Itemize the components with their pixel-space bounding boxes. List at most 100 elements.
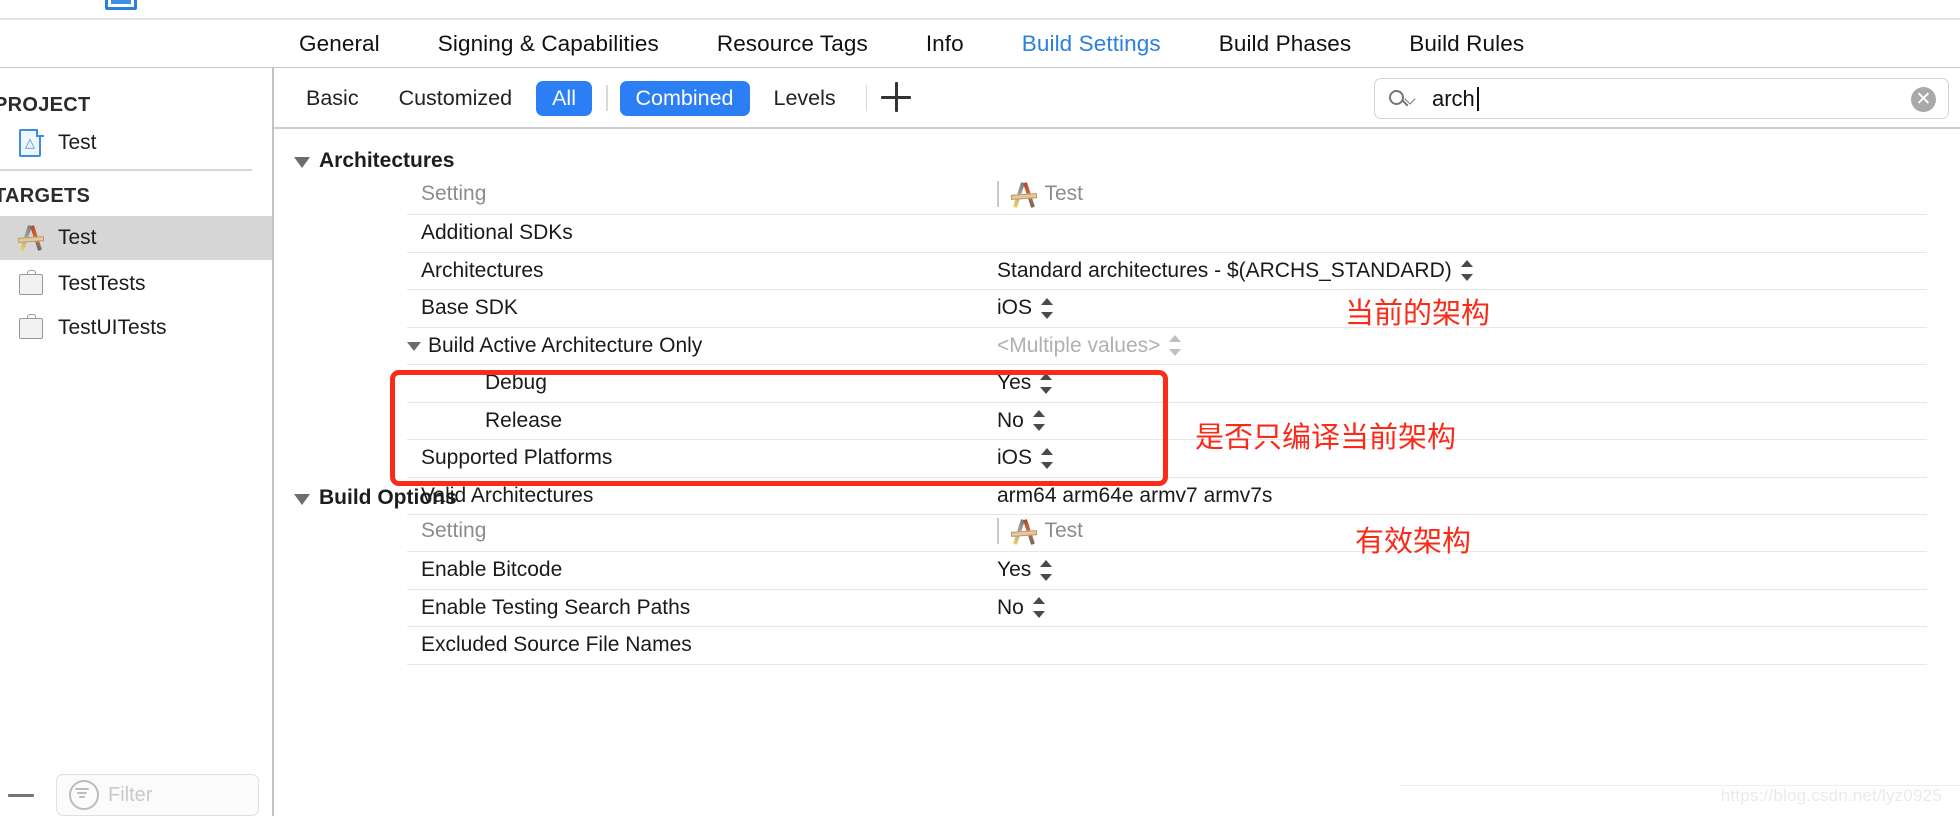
- sidebar-filter-placeholder: Filter: [108, 783, 153, 806]
- sidebar-item-target-test[interactable]: Test: [0, 216, 272, 260]
- editor-tab-bar: General Signing & Capabilities Resource …: [0, 20, 1960, 68]
- section-header-build-options[interactable]: Build Options: [294, 486, 457, 510]
- annotation-build-active-arch-only: 是否只编译当前架构: [1195, 420, 1457, 454]
- setting-value[interactable]: Yes: [997, 558, 1053, 582]
- setting-row-architectures[interactable]: Architectures Standard architectures - $…: [407, 251, 1927, 290]
- search-icon[interactable]: [1389, 88, 1416, 110]
- xcode-target-icon: [1009, 517, 1037, 545]
- xcode-target-icon-crossbar: [17, 236, 45, 243]
- disclosure-triangle-icon[interactable]: [407, 342, 421, 352]
- xcode-target-icon: [1009, 180, 1037, 208]
- setting-row-release[interactable]: Release No: [407, 401, 1927, 440]
- xcode-target-icon-crossbar: [1010, 530, 1037, 537]
- sidebar-item-project-test[interactable]: △ Test: [0, 121, 272, 165]
- tab-general[interactable]: General: [270, 31, 409, 57]
- setting-value[interactable]: No: [997, 596, 1046, 620]
- tab-info[interactable]: Info: [897, 31, 993, 57]
- setting-value-text: No: [997, 408, 1024, 432]
- setting-row-enable-bitcode[interactable]: Enable Bitcode Yes: [407, 551, 1927, 589]
- setting-value[interactable]: iOS: [997, 296, 1054, 320]
- setting-name: Architectures: [421, 258, 544, 282]
- section-title: Architectures: [319, 149, 455, 172]
- setting-name-text: Build Active Architecture Only: [428, 333, 703, 357]
- blue-document-icon-inner: [111, 0, 131, 4]
- sidebar-item-target-testuitests[interactable]: TestUITests: [0, 306, 272, 350]
- add-build-setting-button[interactable]: [879, 80, 913, 114]
- setting-value-text: iOS: [997, 446, 1033, 470]
- annotation-valid-architectures: 有效架构: [1355, 524, 1472, 558]
- table-header-row: Setting Test: [407, 174, 1927, 214]
- setting-value-text: No: [997, 595, 1024, 619]
- sidebar-item-label: TestUITests: [58, 316, 167, 339]
- segment-customized[interactable]: Customized: [383, 81, 529, 116]
- sidebar-filter-input[interactable]: Filter: [56, 774, 259, 816]
- column-separator: [997, 181, 999, 207]
- setting-row-build-active-architecture-only[interactable]: Build Active Architecture Only <Multiple…: [407, 326, 1927, 365]
- segment-combined[interactable]: Combined: [619, 80, 750, 116]
- segment-basic[interactable]: Basic: [290, 81, 375, 116]
- sidebar-divider-line: [0, 169, 252, 171]
- column-header-setting: Setting: [421, 182, 487, 205]
- tab-build-rules[interactable]: Build Rules: [1380, 31, 1553, 57]
- setting-row-excluded-source-file-names[interactable]: Excluded Source File Names: [407, 626, 1927, 665]
- test-bundle-icon-body: [19, 318, 43, 339]
- build-settings-filter-segments: Basic Customized All Combined Levels: [290, 68, 915, 128]
- stepper-icon[interactable]: [1032, 597, 1046, 619]
- stepper-icon[interactable]: [1169, 335, 1182, 357]
- setting-value[interactable]: Yes: [997, 371, 1053, 395]
- setting-value[interactable]: No: [997, 409, 1046, 433]
- setting-value[interactable]: <Multiple values>: [997, 334, 1182, 358]
- column-header-target: Test: [997, 517, 1083, 545]
- disclosure-triangle-icon[interactable]: [294, 493, 310, 505]
- setting-value-text: iOS: [997, 296, 1033, 320]
- setting-row-base-sdk[interactable]: Base SDK iOS: [407, 289, 1927, 327]
- setting-row-additional-sdks[interactable]: Additional SDKs: [407, 214, 1927, 252]
- annotation-current-architecture: 当前的架构: [1345, 296, 1491, 330]
- segment-divider: [865, 85, 868, 111]
- tab-resource-tags[interactable]: Resource Tags: [688, 31, 897, 57]
- setting-value[interactable]: arm64 arm64e armv7 armv7s: [997, 484, 1272, 508]
- setting-value-text: Yes: [997, 558, 1032, 582]
- section-title: Build Options: [319, 486, 457, 509]
- column-header-setting: Setting: [421, 519, 487, 542]
- setting-row-valid-architectures[interactable]: Valid Architectures arm64 arm64e armv7 a…: [407, 476, 1927, 515]
- disclosure-triangle-icon[interactable]: [294, 156, 310, 168]
- setting-row-debug[interactable]: Debug Yes: [407, 364, 1927, 402]
- text-cursor: [1476, 86, 1479, 111]
- sidebar-item-label: Test: [58, 131, 97, 154]
- sidebar-group-project: PROJECT: [0, 94, 91, 116]
- test-bundle-icon-body: [19, 274, 43, 295]
- sidebar-item-target-testtests[interactable]: TestTests: [0, 262, 272, 306]
- stepper-icon[interactable]: [1040, 372, 1053, 394]
- stepper-icon[interactable]: [1041, 297, 1054, 319]
- setting-name: Additional SDKs: [421, 221, 573, 245]
- app-document-icon-fold: [36, 129, 44, 137]
- column-separator: [997, 518, 999, 544]
- segment-levels[interactable]: Levels: [758, 81, 852, 116]
- tab-build-settings[interactable]: Build Settings: [993, 31, 1190, 57]
- stepper-icon[interactable]: [1040, 559, 1053, 581]
- build-settings-toolbar: Basic Customized All Combined Levels arc…: [274, 68, 1960, 128]
- clear-search-icon[interactable]: ✕: [1911, 87, 1936, 112]
- section-header-architectures[interactable]: Architectures: [294, 149, 454, 173]
- xcode-target-icon: [16, 223, 46, 253]
- stepper-icon[interactable]: [1032, 410, 1046, 432]
- column-header-target-label: Test: [1044, 519, 1084, 542]
- search-icon-lens: [1389, 89, 1404, 105]
- tab-signing-capabilities[interactable]: Signing & Capabilities: [409, 31, 688, 57]
- setting-row-enable-testing-search-paths[interactable]: Enable Testing Search Paths No: [407, 588, 1927, 627]
- settings-table-architectures: Setting Test Additional SDKs Architectur…: [407, 174, 1927, 515]
- stepper-icon[interactable]: [1460, 260, 1474, 282]
- blue-document-icon-fragment: [105, 0, 137, 10]
- column-header-target-label: Test: [1044, 182, 1084, 205]
- tab-build-phases[interactable]: Build Phases: [1190, 31, 1381, 57]
- segment-all[interactable]: All: [536, 80, 592, 116]
- setting-value[interactable]: iOS: [997, 446, 1054, 470]
- setting-name: Valid Architectures: [421, 483, 594, 507]
- stepper-icon[interactable]: [1041, 447, 1054, 469]
- setting-value[interactable]: Standard architectures - $(ARCHS_STANDAR…: [997, 259, 1474, 283]
- build-settings-search-field[interactable]: arch ✕: [1374, 78, 1949, 119]
- setting-row-supported-platforms[interactable]: Supported Platforms iOS: [407, 439, 1927, 477]
- remove-target-button[interactable]: [8, 794, 34, 797]
- test-bundle-icon: [16, 269, 46, 299]
